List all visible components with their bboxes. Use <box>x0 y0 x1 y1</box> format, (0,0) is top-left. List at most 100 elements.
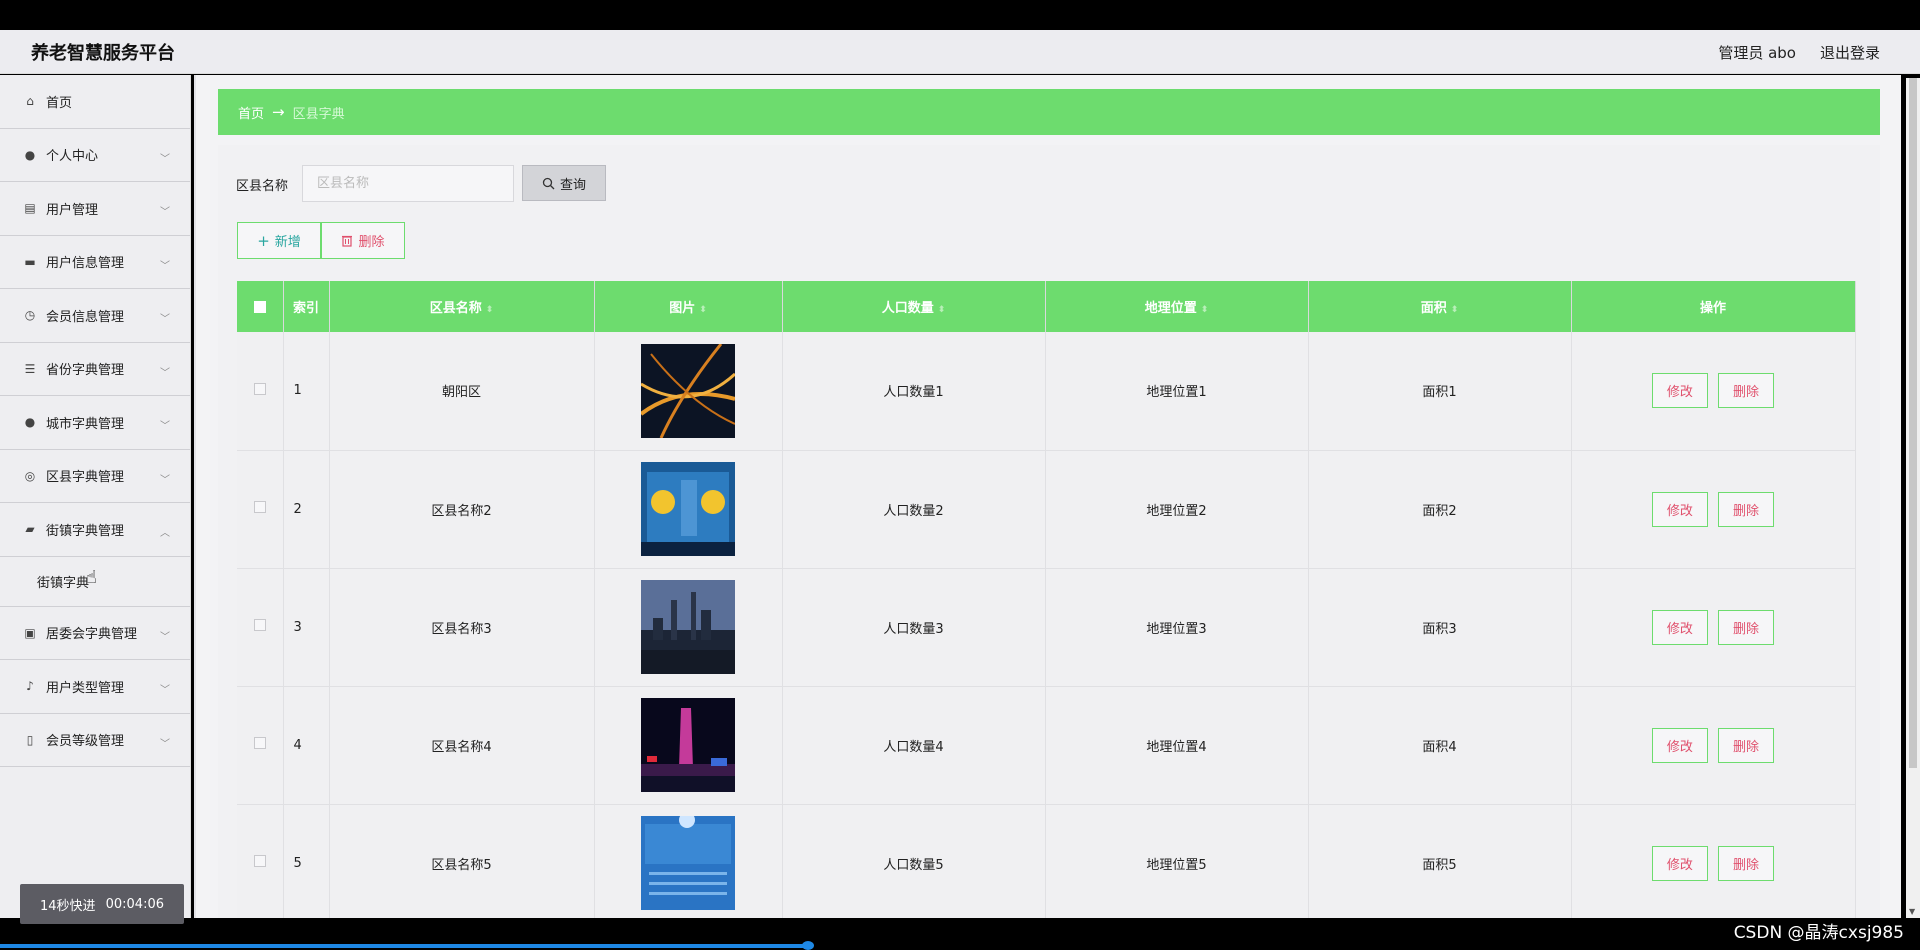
sidebar-item-label: 居委会字典管理 <box>46 627 138 643</box>
population-cell: 人口数量3 <box>782 568 1046 687</box>
sidebar-item[interactable]: ⌂ 首页 <box>0 75 190 129</box>
video-skip-label: 14秒快进 <box>40 898 96 914</box>
delete-button[interactable]: 删除 <box>1718 727 1775 763</box>
sort-icon[interactable]: ⬍ <box>699 305 707 315</box>
select-all-cell <box>237 281 284 332</box>
column-header-label: 地理位置 <box>1144 301 1197 316</box>
sidebar-item[interactable]: ▰ 街镇字典管理 ︿ <box>0 503 190 557</box>
edit-button[interactable]: 修改 <box>1651 727 1708 763</box>
sidebar-item[interactable]: ▤ 用户管理 ﹀ <box>0 182 190 236</box>
location-cell: 地理位置3 <box>1045 568 1309 687</box>
sidebar-item[interactable]: ◷ 会员信息管理 ﹀ <box>0 289 190 343</box>
video-time: 00:04:06 <box>105 896 164 912</box>
sidebar-item[interactable]: ● 城市字典管理 ﹀ <box>0 396 190 450</box>
sidebar-item[interactable]: ◎ 区县字典管理 ﹀ <box>0 450 190 503</box>
sidebar-item[interactable]: ☰ 省份字典管理 ﹀ <box>0 343 190 396</box>
column-header[interactable]: 地理位置 ⬍ <box>1045 281 1309 332</box>
sort-icon[interactable]: ⬍ <box>1451 305 1459 315</box>
delete-button[interactable]: 删除 <box>1718 845 1775 881</box>
select-all-checkbox[interactable] <box>253 300 266 313</box>
population-cell: 人口数量2 <box>782 450 1046 569</box>
sidebar-item[interactable]: ♪ 用户类型管理 ﹀ <box>0 660 190 714</box>
edit-button[interactable]: 修改 <box>1651 609 1708 645</box>
column-header: 操作 <box>1571 281 1856 332</box>
top-header: 养老智慧服务平台 管理员 abo 退出登录 <box>0 30 1920 74</box>
index-cell: 5 <box>283 804 330 923</box>
select-cell <box>237 804 284 923</box>
row-checkbox[interactable] <box>253 619 266 631</box>
select-cell <box>237 332 284 451</box>
search-button-label: 查询 <box>559 177 586 193</box>
search-button[interactable]: 查询 <box>522 165 606 201</box>
chevron-down-icon: ﹀ <box>160 474 170 486</box>
row-checkbox[interactable] <box>253 382 266 395</box>
district-name-cell: 区县名称3 <box>329 568 595 687</box>
column-header[interactable]: 面积 ⬍ <box>1308 281 1572 332</box>
select-cell <box>237 450 284 569</box>
location-cell: 地理位置5 <box>1045 804 1309 923</box>
population-cell: 人口数量1 <box>782 332 1046 451</box>
table-row: 1 朝阳区 人口数量1 地理位置1 面积1 修改 删除 <box>237 332 1856 451</box>
row-checkbox[interactable] <box>253 501 266 513</box>
district-name-cell: 区县名称5 <box>329 804 595 923</box>
chart-icon: ▤ <box>24 201 36 216</box>
batch-delete-button[interactable]: 删除 <box>321 222 405 259</box>
sidebar-item[interactable]: ▯ 会员等级管理 ﹀ <box>0 714 190 767</box>
sort-icon[interactable]: ⬍ <box>938 305 946 315</box>
area-cell: 面积2 <box>1308 450 1572 569</box>
current-user: 管理员 abo <box>1718 44 1796 62</box>
breadcrumb: 首页 → 区县字典 <box>218 89 1880 135</box>
sidebar-item-label: 首页 <box>46 95 73 111</box>
video-skip-badge[interactable]: 14秒快进 00:04:06 <box>20 884 184 924</box>
scrollbar-thumb[interactable] <box>1909 78 1917 768</box>
area-cell: 面积5 <box>1308 804 1572 923</box>
sidebar-item[interactable]: ● 个人中心 ﹀ <box>0 129 190 182</box>
video-progress-handle[interactable] <box>802 941 814 950</box>
sort-icon[interactable]: ⬍ <box>1201 305 1209 315</box>
column-header-label: 区县名称 <box>429 301 482 316</box>
sort-icon[interactable]: ⬍ <box>486 305 494 315</box>
plus-icon: + <box>257 231 270 250</box>
sidebar-item[interactable]: ▣ 居委会字典管理 ﹀ <box>0 607 190 660</box>
index-cell: 4 <box>283 686 330 805</box>
chevron-up-icon: ︿ <box>160 528 170 540</box>
index-cell: 1 <box>283 332 330 451</box>
sidebar-item-label: 城市字典管理 <box>46 416 125 432</box>
column-header[interactable]: 图片 ⬍ <box>594 281 783 332</box>
sidebar-item-label: 街镇字典管理 <box>46 523 125 539</box>
chevron-down-icon: ﹀ <box>160 153 170 165</box>
breadcrumb-current: 区县字典 <box>292 106 345 122</box>
add-button[interactable]: + 新增 <box>237 222 321 259</box>
pointer-cursor-icon: ☝ <box>86 567 97 588</box>
table-header-row: 索引 区县名称 ⬍ 图片 ⬍ 人口数量 ⬍ 地理位置 ⬍ 面积 ⬍ 操作 <box>237 281 1856 332</box>
content-panel: 区县名称 查询 + 新增 删除 <box>218 145 1880 925</box>
scroll-down-icon[interactable]: ▼ <box>1909 907 1915 916</box>
sidebar-item[interactable]: ▬ 用户信息管理 ﹀ <box>0 236 190 289</box>
trash-icon <box>342 235 353 247</box>
area-cell: 面积3 <box>1308 568 1572 687</box>
district-image <box>639 342 737 439</box>
row-checkbox[interactable] <box>253 855 266 867</box>
video-progress-bar[interactable] <box>0 944 809 948</box>
district-name-input[interactable] <box>302 165 514 202</box>
edit-button[interactable]: 修改 <box>1651 845 1708 881</box>
column-header[interactable]: 人口数量 ⬍ <box>782 281 1046 332</box>
actions-cell: 修改 删除 <box>1571 804 1856 923</box>
row-checkbox[interactable] <box>253 737 266 749</box>
delete-button[interactable]: 删除 <box>1718 491 1775 527</box>
edit-button[interactable]: 修改 <box>1651 491 1708 527</box>
area-cell: 面积1 <box>1308 332 1572 451</box>
page-scrollbar[interactable]: ▼ <box>1906 78 1920 918</box>
sidebar-item-label: 省份字典管理 <box>46 363 125 379</box>
sidebar-item-label: 用户信息管理 <box>46 256 125 272</box>
logout-link[interactable]: 退出登录 <box>1820 42 1880 63</box>
edit-button[interactable]: 修改 <box>1651 373 1708 409</box>
delete-button[interactable]: 删除 <box>1718 373 1775 409</box>
chevron-down-icon: ﹀ <box>160 207 170 219</box>
column-header[interactable]: 区县名称 ⬍ <box>329 281 595 332</box>
population-cell: 人口数量4 <box>782 686 1046 805</box>
table-row: 3 区县名称3 人口数量3 地理位置3 面积3 修改 删除 <box>237 568 1856 687</box>
delete-button[interactable]: 删除 <box>1718 609 1775 645</box>
sidebar-item-label: 会员等级管理 <box>46 734 125 750</box>
breadcrumb-home[interactable]: 首页 <box>238 103 264 122</box>
